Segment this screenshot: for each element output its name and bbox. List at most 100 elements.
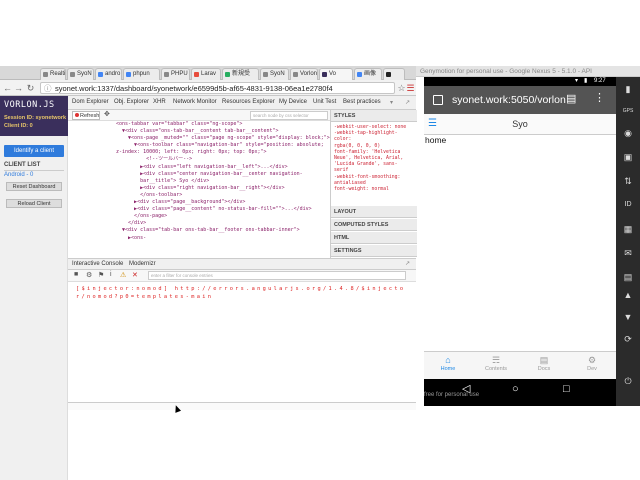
network-icon[interactable]: ⇅ <box>619 173 637 189</box>
computed-styles-section[interactable]: COMPUTED STYLES <box>331 219 417 231</box>
tab-interactive-console[interactable]: Interactive Console <box>72 261 123 267</box>
dom-tree[interactable]: <ons-tabbar var="tabbar" class="ng-scope… <box>116 121 330 257</box>
error-icon[interactable]: ✕ <box>132 271 138 279</box>
url-input[interactable]: ⓘ syonet.work:1337/dashboard/syonetwork/e… <box>40 82 395 94</box>
browser-tab[interactable]: Realti <box>40 68 66 80</box>
tab-contents[interactable]: ☴ Contents <box>472 354 520 372</box>
remote-icon[interactable]: ▤ <box>619 269 637 285</box>
power-icon[interactable]: ⏻ <box>619 373 637 389</box>
browser-tab[interactable]: andro <box>95 68 122 80</box>
vorlon-logo: VORLON.JS <box>4 100 55 110</box>
browser-tab[interactable]: PHPU <box>161 68 190 80</box>
console-input[interactable] <box>68 402 416 410</box>
tab-dom-explorer[interactable]: Dom Explorer <box>72 99 109 105</box>
nav-home-icon[interactable]: ○ <box>512 382 519 396</box>
browser-tab[interactable]: SyoN <box>260 68 289 80</box>
back-icon[interactable]: ← <box>2 80 13 96</box>
doc-icon: ▤ <box>539 355 549 365</box>
tab-dev[interactable]: ⚙ Dev <box>568 354 616 372</box>
reset-dashboard-button[interactable]: Reset Dashboard <box>6 182 62 191</box>
tab-resources-explorer[interactable]: Resources Explorer <box>222 99 275 105</box>
page-icon <box>194 72 199 77</box>
divider <box>4 170 64 171</box>
console-error-message: [$injector:nomod] http://errors.angularj… <box>76 286 406 300</box>
camera-icon[interactable]: ◉ <box>619 125 637 141</box>
client-list-item[interactable]: Android - 0 <box>4 172 33 178</box>
tab-home[interactable]: ⌂ Home <box>424 354 472 372</box>
tab-docs[interactable]: ▤ Docs <box>520 354 568 372</box>
session-info: Session ID: syonetwork Client ID: 0 <box>4 114 68 130</box>
browser-tab[interactable]: 画像 <box>354 68 382 80</box>
expand-icon[interactable]: ↗ <box>405 260 410 267</box>
browser-tab[interactable]: 新規受 <box>222 68 259 80</box>
page-icon <box>164 72 169 77</box>
google-icon <box>357 72 362 77</box>
rotate-icon[interactable]: ⟳ <box>619 331 637 347</box>
search-nodes-input[interactable]: search node by css selector <box>250 111 328 120</box>
storage-icon[interactable]: ▦ <box>619 221 637 237</box>
tab-xhr[interactable]: XHR <box>153 99 166 105</box>
record-icon <box>75 113 79 117</box>
nav-recents-icon[interactable]: □ <box>563 382 570 396</box>
html-section[interactable]: HTML <box>331 232 417 244</box>
status-time: 9:27 <box>594 78 606 84</box>
warning-icon[interactable]: ⚠ <box>120 271 126 279</box>
battery-widget-icon[interactable]: ▮ <box>619 81 637 97</box>
tab-network-monitor[interactable]: Network Monitor <box>173 99 217 105</box>
browser-tab-strip: Realti SyoN andro phpun PHPU Larav 新規受 S… <box>0 66 416 80</box>
github-icon <box>386 72 391 77</box>
browser-tab[interactable]: Vorlon <box>290 68 318 80</box>
session-id: Session ID: syonetwork <box>4 115 67 121</box>
browser-tab[interactable]: SyoN <box>67 68 94 80</box>
settings-section[interactable]: SETTINGS <box>331 245 417 257</box>
chevron-down-icon[interactable]: ▾ <box>390 99 393 106</box>
tab-modernizr[interactable]: Modernizr <box>129 261 156 267</box>
emulator-window-title: Genymotion for personal use - Google Nex… <box>420 68 592 75</box>
filter-icon[interactable]: ⚑ <box>98 271 104 279</box>
desktop-area <box>416 406 640 480</box>
tab-best-practices[interactable]: Best practices <box>343 99 381 105</box>
forward-icon[interactable]: → <box>13 80 24 96</box>
client-list-title: CLIENT LIST <box>4 162 41 168</box>
android-status-bar: ▾ ▮ 9:27 <box>424 77 616 86</box>
browser-tab[interactable]: phpun <box>123 68 160 80</box>
target-icon[interactable]: ✥ <box>104 110 110 118</box>
desktop-background <box>0 0 640 66</box>
console-icon[interactable]: ■ <box>74 271 78 278</box>
console-filter-input[interactable]: enter a filter for console entries <box>148 271 406 280</box>
browser-tab-active[interactable]: Vo <box>319 68 353 80</box>
layout-section[interactable]: LAYOUT <box>331 206 417 218</box>
id-icon[interactable]: ID <box>619 197 637 213</box>
settings-icon[interactable]: ⚙ <box>86 271 92 279</box>
mobile-url[interactable]: syonet.work:5050/vorlon <box>452 92 566 108</box>
google-icon <box>126 72 131 77</box>
overflow-menu-icon[interactable]: ⋮ <box>594 91 605 104</box>
capture-icon[interactable]: ▣ <box>619 149 637 165</box>
tab-obj-explorer[interactable]: Obj. Explorer <box>114 99 149 105</box>
tabs-icon[interactable]: ▤ <box>566 92 576 105</box>
identify-client-button[interactable]: Identify a client <box>4 145 64 157</box>
reload-icon[interactable]: ↻ <box>25 80 36 96</box>
emulator-sidebar: ▮ GPS ◉ ▣ ⇅ ID ▦ ✉ ▤ ▲ ▼ ⟳ ⏻ <box>616 77 640 406</box>
client-id: Client ID: 0 <box>4 123 33 129</box>
page-icon <box>70 72 75 77</box>
browser-tab[interactable]: Larav <box>191 68 221 80</box>
reload-client-button[interactable]: Reload Client <box>6 199 62 208</box>
volume-up-icon[interactable]: ▲ <box>619 287 637 303</box>
menu-icon[interactable]: ☰ <box>405 80 416 96</box>
expand-icon[interactable]: ↗ <box>405 99 410 106</box>
tab-page-icon[interactable] <box>433 95 443 105</box>
page-content <box>424 135 616 351</box>
volume-down-icon[interactable]: ▼ <box>619 309 637 325</box>
home-icon: ⌂ <box>445 355 451 365</box>
gps-icon[interactable]: GPS <box>619 103 637 119</box>
globe-icon <box>43 72 48 77</box>
tab-my-device[interactable]: My Device <box>279 99 307 105</box>
tab-unit-test[interactable]: Unit Test <box>313 99 336 105</box>
home-text: home <box>425 135 447 145</box>
messages-icon[interactable]: ✉ <box>619 245 637 261</box>
info-icon[interactable]: i <box>110 271 112 278</box>
browser-tab[interactable] <box>383 68 405 80</box>
toolbar-title: Syo <box>512 119 528 129</box>
styles-header[interactable]: STYLES <box>331 110 417 122</box>
